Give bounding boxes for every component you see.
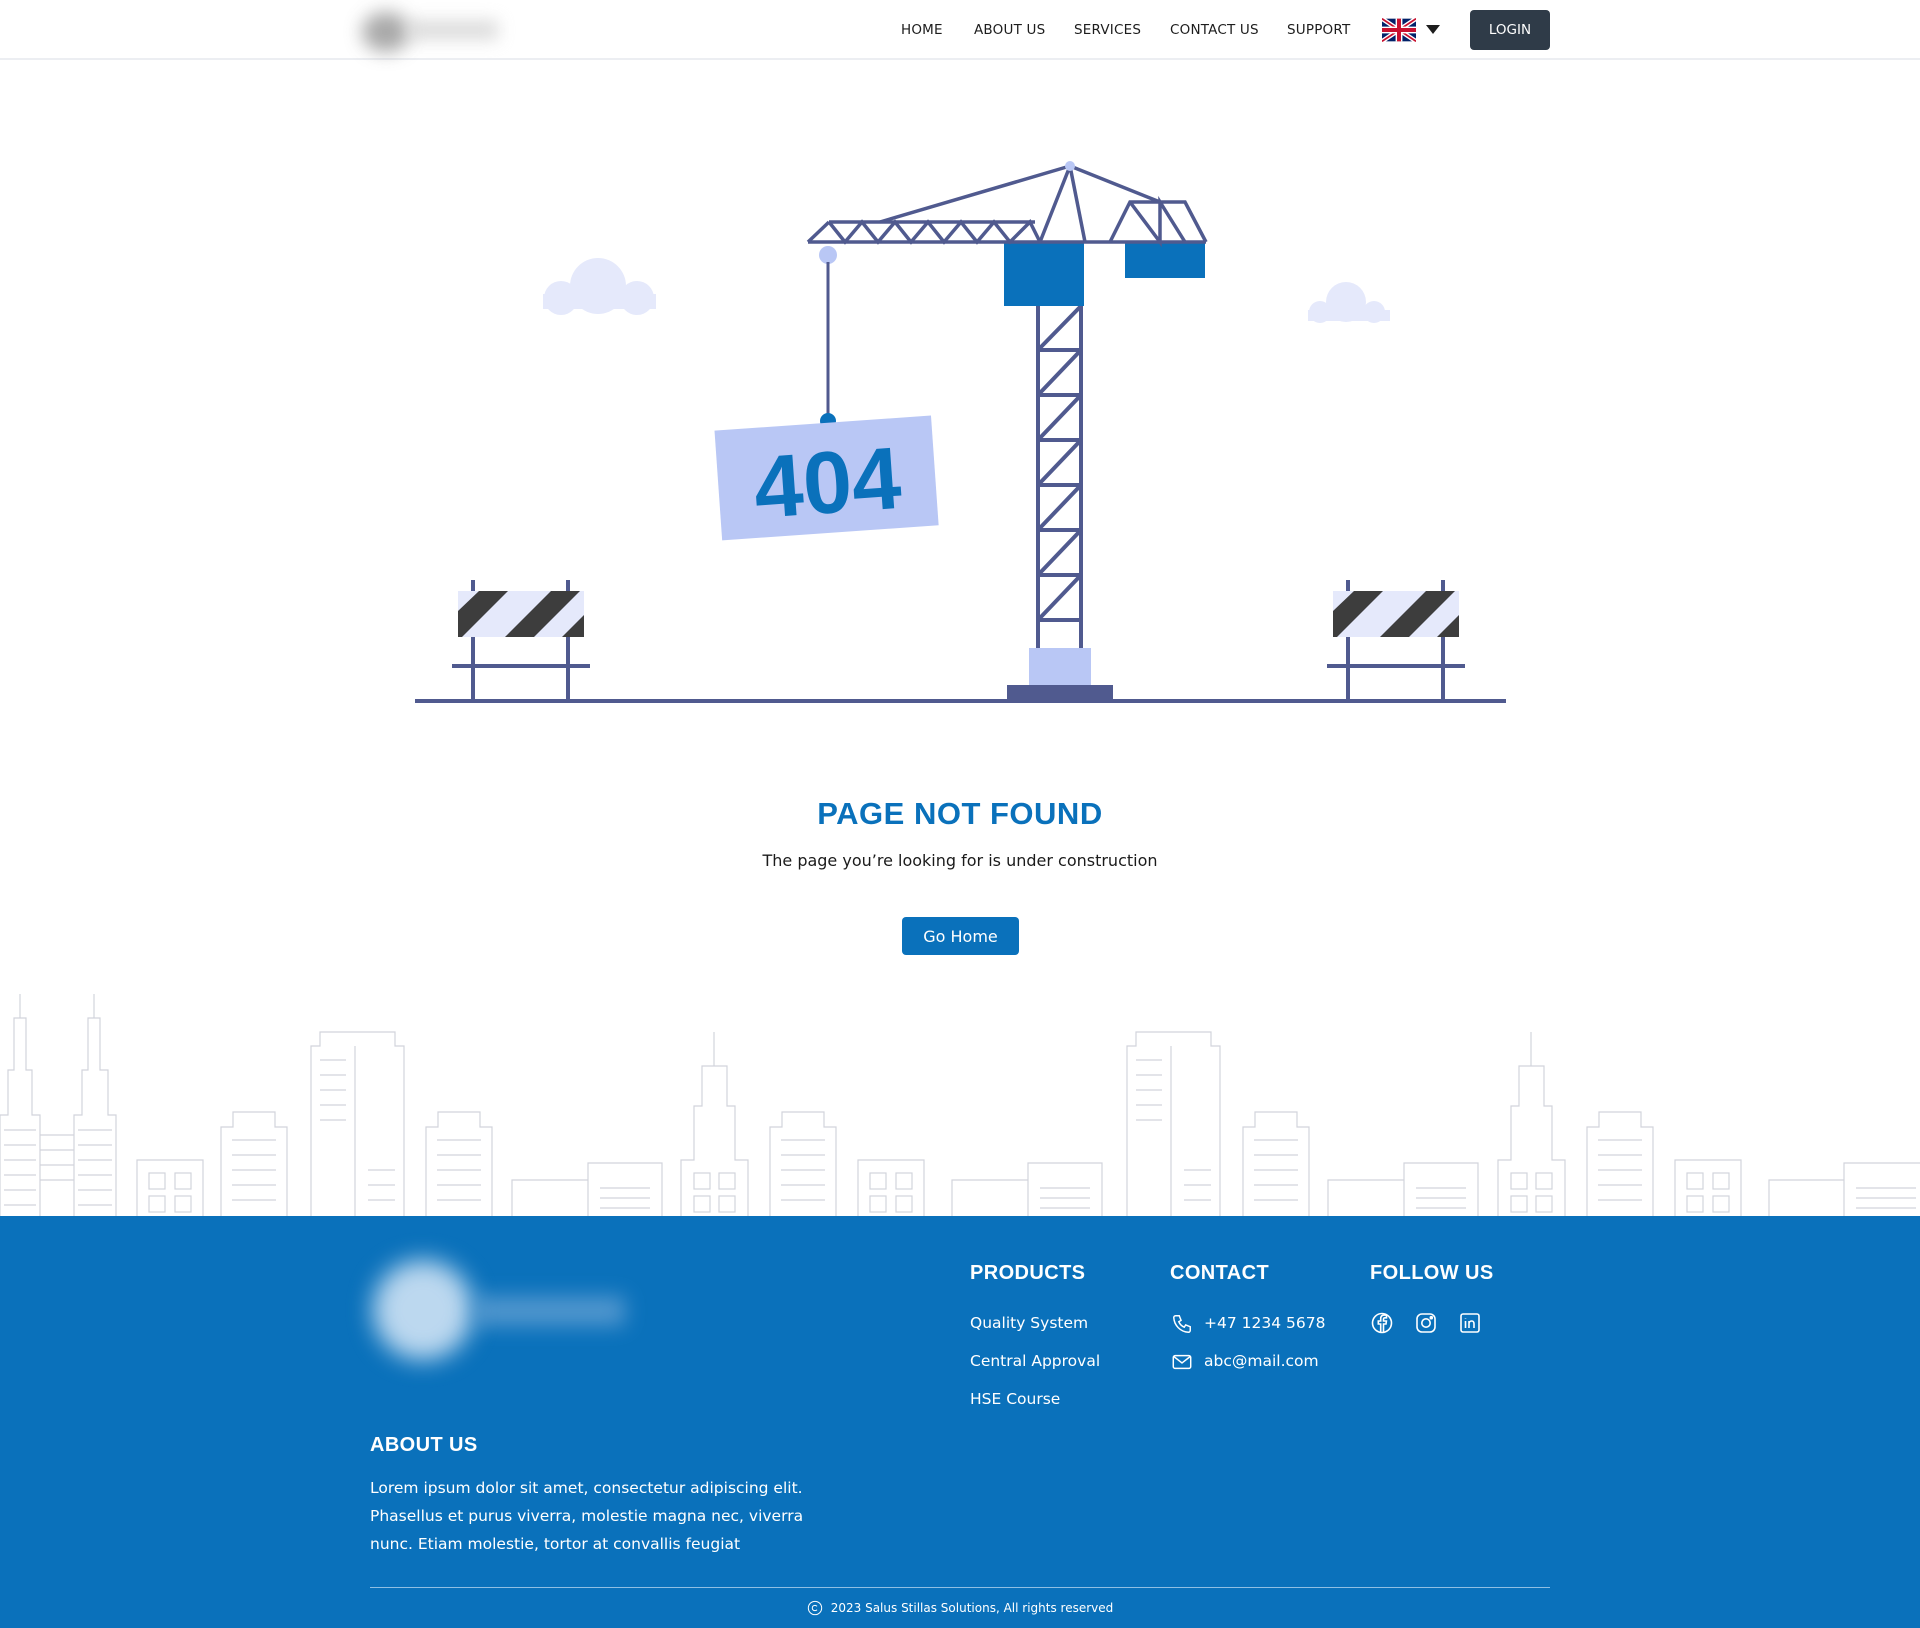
footer-divider bbox=[370, 1587, 1550, 1588]
phone-icon bbox=[1173, 1315, 1191, 1333]
crane-trolley bbox=[819, 246, 837, 264]
products-heading: PRODUCTS bbox=[970, 1262, 1086, 1284]
copyright-icon bbox=[807, 1600, 822, 1616]
page-title: PAGE NOT FOUND bbox=[817, 796, 1103, 831]
sign-404: 404 bbox=[714, 415, 939, 541]
facebook-icon[interactable] bbox=[1370, 1311, 1394, 1335]
crane-jib bbox=[806, 164, 1208, 248]
barrier-left bbox=[452, 580, 590, 701]
nav-contact-us[interactable]: CONTACT US bbox=[1170, 22, 1259, 38]
nav-services[interactable]: SERVICES bbox=[1074, 22, 1141, 38]
crane-cab bbox=[1004, 243, 1084, 306]
product-link-hse-course[interactable]: HSE Course bbox=[970, 1390, 1060, 1408]
uk-flag-icon[interactable] bbox=[1382, 18, 1416, 42]
instagram-icon[interactable] bbox=[1414, 1311, 1438, 1335]
city-skyline bbox=[0, 994, 1920, 1216]
about-us-text: Lorem ipsum dolor sit amet, consectetur … bbox=[370, 1479, 804, 1553]
copyright: 2023 Salus Stillas Solutions, All rights… bbox=[0, 1600, 1920, 1616]
cloud-right bbox=[1308, 282, 1390, 323]
nav-support[interactable]: SUPPORT bbox=[1287, 22, 1350, 38]
linkedin-icon[interactable] bbox=[1458, 1311, 1482, 1335]
contact-email[interactable]: abc@mail.com bbox=[1204, 1352, 1319, 1370]
crane-base-foot bbox=[1007, 685, 1113, 703]
sign-404-text: 404 bbox=[751, 428, 904, 537]
about-us-heading: ABOUT US bbox=[370, 1434, 478, 1456]
nav-home[interactable]: HOME bbox=[901, 22, 943, 38]
language-caret-icon[interactable] bbox=[1426, 25, 1440, 34]
nav-about-us[interactable]: ABOUT US bbox=[974, 22, 1045, 38]
product-link-central-approval[interactable]: Central Approval bbox=[970, 1352, 1100, 1370]
site-footer: PRODUCTS Quality System Central Approval… bbox=[0, 1216, 1920, 1628]
mail-icon bbox=[1172, 1354, 1192, 1370]
cloud-left bbox=[543, 258, 656, 315]
copyright-text: 2023 Salus Stillas Solutions, All rights… bbox=[830, 1601, 1114, 1615]
product-link-quality-system[interactable]: Quality System bbox=[970, 1314, 1088, 1332]
page-subtitle: The page you’re looking for is under con… bbox=[762, 851, 1158, 870]
crane-base-block bbox=[1029, 648, 1091, 685]
go-home-button[interactable]: Go Home bbox=[902, 917, 1019, 955]
crane-tower bbox=[1036, 304, 1083, 648]
contact-phone[interactable]: +47 1234 5678 bbox=[1204, 1314, 1325, 1332]
site-header: HOME ABOUT US SERVICES CONTACT US SUPPOR… bbox=[0, 0, 1920, 60]
construction-illustration: 404 bbox=[415, 161, 1506, 703]
login-button[interactable]: LOGIN bbox=[1470, 10, 1550, 50]
barrier-right bbox=[1327, 580, 1465, 701]
footer-logo[interactable] bbox=[365, 1252, 665, 1372]
follow-us-heading: FOLLOW US bbox=[1370, 1262, 1494, 1284]
site-logo[interactable] bbox=[350, 6, 510, 58]
contact-heading: CONTACT bbox=[1170, 1262, 1270, 1284]
crane-counterweight bbox=[1125, 243, 1205, 278]
